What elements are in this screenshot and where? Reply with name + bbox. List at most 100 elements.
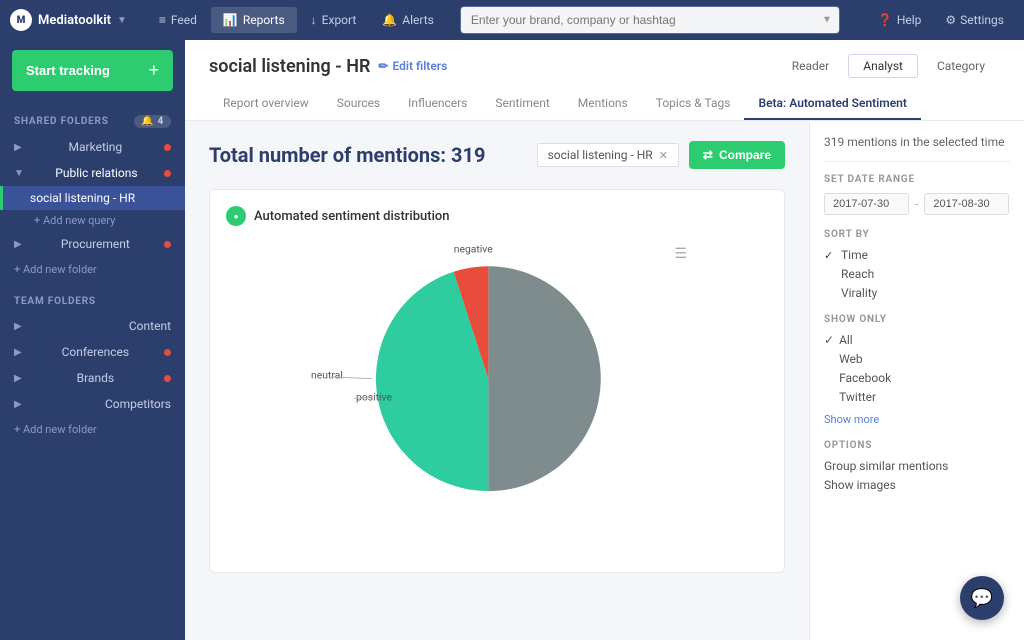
date-to-input[interactable] xyxy=(924,193,1009,215)
remove-tag-button[interactable]: ✕ xyxy=(659,149,668,162)
date-separator: - xyxy=(915,197,918,211)
notification-dot xyxy=(164,144,171,151)
chevron-right-icon: ▶ xyxy=(14,399,22,410)
logo[interactable]: M Mediatoolkit ▼ xyxy=(10,9,127,31)
pie-chart-container: ☰ neutral positive negative xyxy=(297,236,697,556)
nav-items: ≡ Feed 📊 Reports ↓ Export 🔔 Alerts xyxy=(147,7,446,33)
nav-alerts[interactable]: 🔔 Alerts xyxy=(370,7,446,33)
reports-icon: 📊 xyxy=(223,13,238,27)
logo-icon: M xyxy=(10,9,32,31)
chart-options-icon[interactable]: ☰ xyxy=(674,246,687,262)
tab-reader[interactable]: Reader xyxy=(777,54,844,78)
check-icon: ✓ xyxy=(824,249,836,262)
nav-mentions[interactable]: Mentions xyxy=(564,88,642,120)
feed-icon: ≡ xyxy=(159,13,166,27)
sidebar-item-competitors[interactable]: ▶ Competitors xyxy=(0,391,185,417)
sidebar-item-procurement[interactable]: ▶ Procurement xyxy=(0,231,185,257)
add-team-folder-link[interactable]: + Add new folder xyxy=(0,417,185,442)
nav-export[interactable]: ↓ Export xyxy=(299,7,369,33)
sort-virality[interactable]: ✓ Virality xyxy=(824,286,1010,300)
sidebar-item-public-relations[interactable]: ▼ Public relations xyxy=(0,160,185,186)
notification-dot xyxy=(164,170,171,177)
chat-icon: 💬 xyxy=(971,588,993,609)
date-range-label: SET DATE RANGE xyxy=(824,174,1010,185)
sidebar-item-marketing[interactable]: ▶ Marketing xyxy=(0,134,185,160)
nav-report-overview[interactable]: Report overview xyxy=(209,88,323,120)
chevron-down-icon: ▼ xyxy=(14,168,24,179)
edit-filters-button[interactable]: ✏ Edit filters xyxy=(378,59,447,73)
sidebar-item-social-listening-hr[interactable]: social listening - HR xyxy=(0,186,185,210)
nav-topics-tags[interactable]: Topics & Tags xyxy=(642,88,745,120)
sentiment-section: Automated sentiment distribution ☰ neutr… xyxy=(209,189,785,573)
pencil-icon: ✏ xyxy=(378,59,388,73)
alerts-icon: 🔔 xyxy=(382,13,397,27)
show-only-options: ✓ All ✓ Web ✓ Facebook ✓ xyxy=(824,333,1010,426)
add-new-query-link[interactable]: + Add new query xyxy=(0,210,185,231)
search-input[interactable] xyxy=(460,6,840,34)
view-tabs: Reader Analyst Category xyxy=(777,54,1000,78)
nav-sentiment[interactable]: Sentiment xyxy=(481,88,563,120)
show-web[interactable]: ✓ Web xyxy=(824,352,1010,366)
help-icon: ❓ xyxy=(878,13,893,27)
sentiment-title: Automated sentiment distribution xyxy=(254,209,450,224)
top-navigation: M Mediatoolkit ▼ ≡ Feed 📊 Reports ↓ Expo… xyxy=(0,0,1024,40)
sort-by-label: SORT BY xyxy=(824,229,1010,240)
nav-automated-sentiment[interactable]: Beta: Automated Sentiment xyxy=(744,88,920,120)
report-title: social listening - HR ✏ Edit filters xyxy=(209,56,447,77)
check-icon: ✓ xyxy=(824,333,834,347)
notification-dot xyxy=(164,241,171,248)
sidebar-item-content[interactable]: ▶ Content xyxy=(0,313,185,339)
settings-button[interactable]: ⚙ Settings xyxy=(935,7,1014,33)
chat-bubble-button[interactable]: 💬 xyxy=(960,576,1004,620)
compare-icon: ⇄ xyxy=(703,148,713,162)
sidebar: Start tracking + SHARED FOLDERS 🔔 4 ▶ Ma… xyxy=(0,40,185,640)
show-images-option[interactable]: Show images xyxy=(824,478,1010,492)
tab-analyst[interactable]: Analyst xyxy=(848,54,918,78)
search-dropdown-icon: ▼ xyxy=(822,15,832,26)
chevron-right-icon: ▶ xyxy=(14,347,22,358)
options-list: Group similar mentions Show images xyxy=(824,459,1010,492)
sidebar-item-conferences[interactable]: ▶ Conferences xyxy=(0,339,185,365)
show-twitter[interactable]: ✓ Twitter xyxy=(824,390,1010,404)
help-button[interactable]: ❓ Help xyxy=(868,7,932,33)
nav-influencers[interactable]: Influencers xyxy=(394,88,481,120)
svg-text:positive: positive xyxy=(356,390,392,403)
nav-reports[interactable]: 📊 Reports xyxy=(211,7,297,33)
main-layout: Start tracking + SHARED FOLDERS 🔔 4 ▶ Ma… xyxy=(0,40,1024,640)
nav-feed[interactable]: ≡ Feed xyxy=(147,7,209,33)
compare-button[interactable]: ⇄ Compare xyxy=(689,141,785,169)
sidebar-item-brands[interactable]: ▶ Brands xyxy=(0,365,185,391)
options-section: OPTIONS Group similar mentions Show imag… xyxy=(824,440,1010,492)
notification-dot xyxy=(164,375,171,382)
sort-by-section: SORT BY ✓ Time ✓ Reach ✓ Virality xyxy=(824,229,1010,300)
mentions-row: Total number of mentions: 319 social lis… xyxy=(209,141,785,169)
start-tracking-button[interactable]: Start tracking + xyxy=(12,50,173,91)
chevron-right-icon: ▶ xyxy=(14,239,22,250)
content-area: social listening - HR ✏ Edit filters Rea… xyxy=(185,40,1024,640)
chart-panel: Total number of mentions: 319 social lis… xyxy=(185,121,809,640)
svg-text:negative: negative xyxy=(454,242,494,255)
show-more-button[interactable]: Show more xyxy=(824,413,1010,426)
app-name: Mediatoolkit xyxy=(38,13,111,28)
show-facebook[interactable]: ✓ Facebook xyxy=(824,371,1010,385)
tab-category[interactable]: Category xyxy=(922,54,1000,78)
sort-time[interactable]: ✓ Time xyxy=(824,248,1010,262)
group-similar-option[interactable]: Group similar mentions xyxy=(824,459,1010,473)
pie-chart: neutral positive negative xyxy=(297,236,697,556)
sentiment-icon xyxy=(226,206,246,226)
show-only-label: SHOW ONLY xyxy=(824,314,1010,325)
report-title-row: social listening - HR ✏ Edit filters Rea… xyxy=(209,54,1000,78)
svg-text:neutral: neutral xyxy=(311,369,343,382)
notification-dot xyxy=(164,349,171,356)
sort-reach[interactable]: ✓ Reach xyxy=(824,267,1010,281)
mentions-summary: 319 mentions in the selected time xyxy=(824,135,1010,162)
options-label: OPTIONS xyxy=(824,440,1010,451)
show-all[interactable]: ✓ All xyxy=(824,333,1010,347)
date-from-input[interactable] xyxy=(824,193,909,215)
report-nav: Report overview Sources Influencers Sent… xyxy=(209,88,1000,120)
add-shared-folder-link[interactable]: + Add new folder xyxy=(0,257,185,282)
team-folders-label: TEAM FOLDERS xyxy=(0,282,185,313)
nav-sources[interactable]: Sources xyxy=(323,88,394,120)
neutral-segment xyxy=(488,266,600,491)
compare-area: social listening - HR ✕ ⇄ Compare xyxy=(537,141,785,169)
